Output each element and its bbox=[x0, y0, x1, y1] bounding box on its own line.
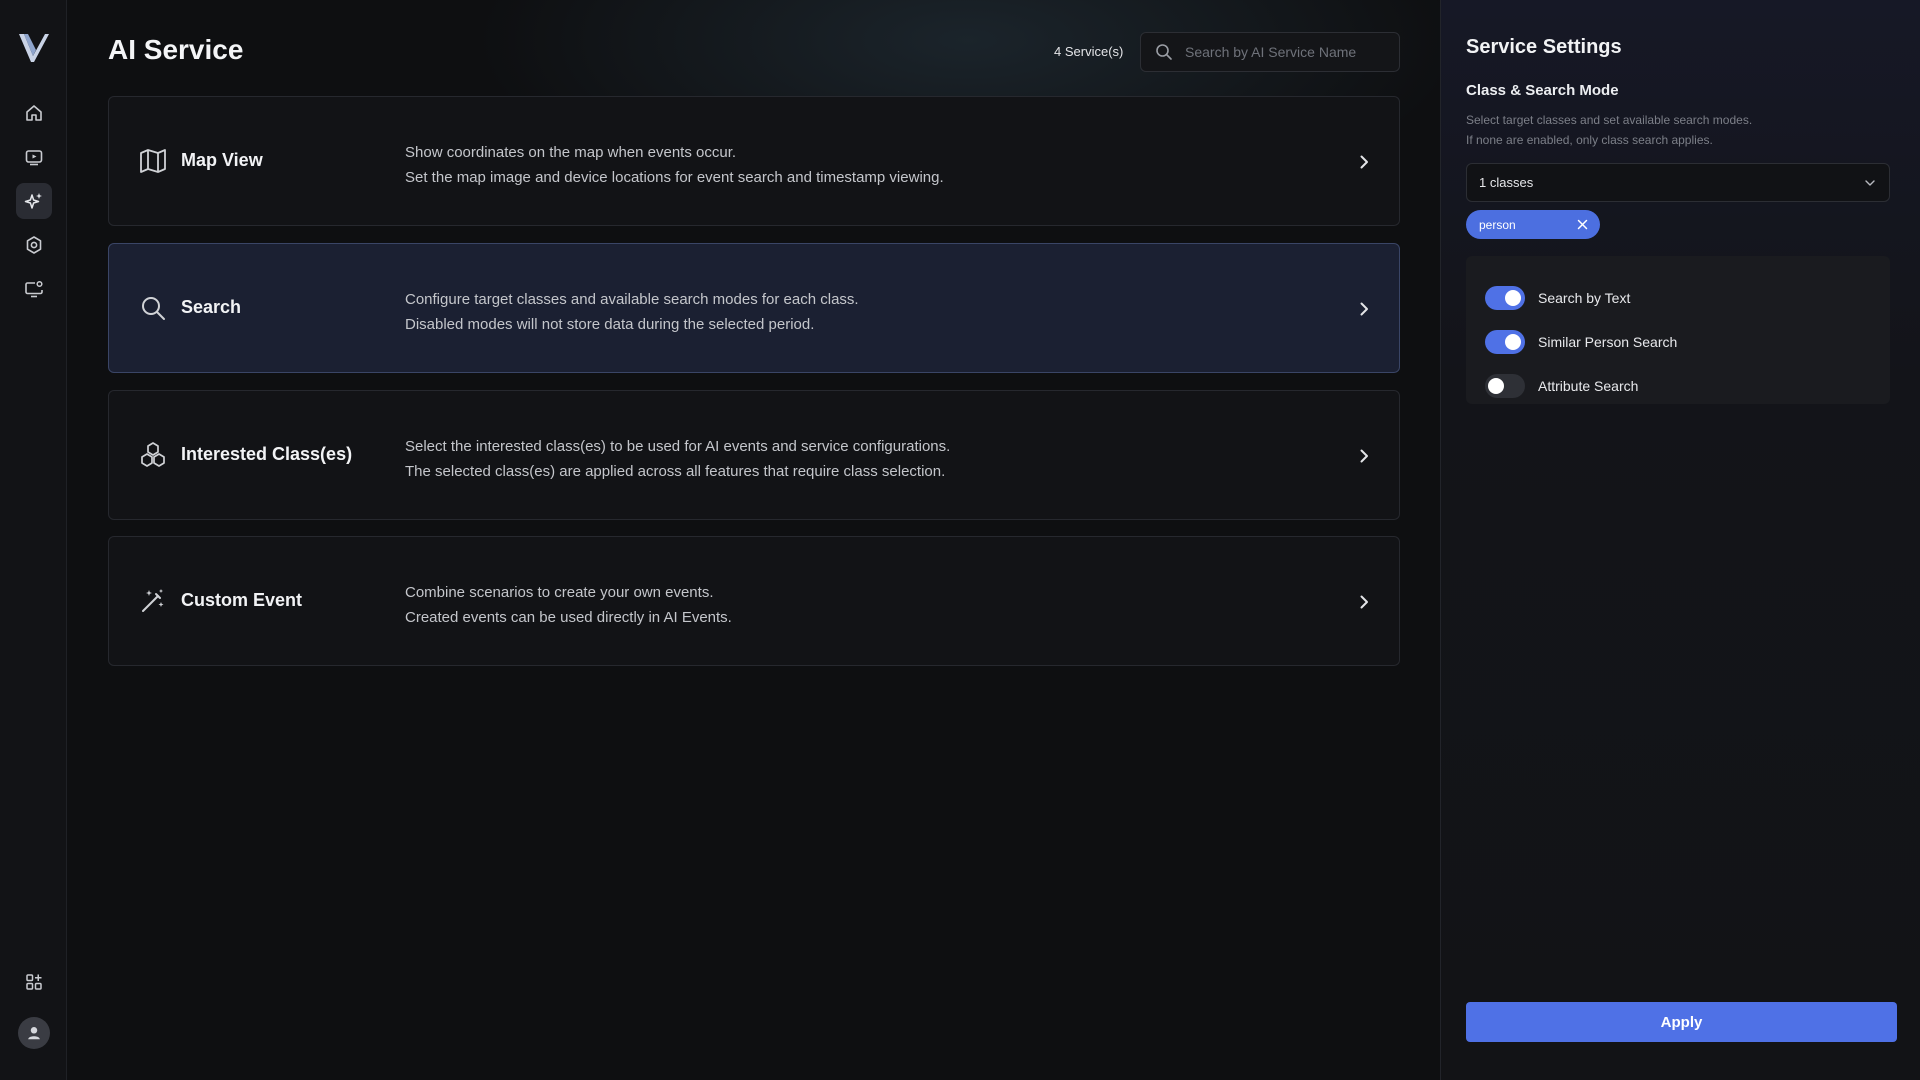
user-avatar-button[interactable] bbox=[18, 1017, 50, 1049]
main-content: AI Service 4 Service(s) Map View Show co… bbox=[68, 0, 1440, 1080]
search-by-text-toggle[interactable] bbox=[1485, 286, 1525, 310]
chevron-right-icon bbox=[1360, 302, 1368, 316]
close-icon[interactable] bbox=[1577, 219, 1588, 230]
service-settings-panel: Service Settings Class & Search Mode Sel… bbox=[1440, 0, 1920, 1080]
toggle-knob bbox=[1505, 290, 1521, 306]
settings-icon bbox=[26, 236, 42, 254]
class-select-dropdown[interactable]: 1 classes bbox=[1466, 163, 1890, 202]
panel-title: Service Settings bbox=[1466, 36, 1622, 58]
description-line: Configure target classes and available s… bbox=[405, 291, 859, 308]
description-line: Created events can be used directly in A… bbox=[405, 609, 732, 626]
description-line: Set the map image and device locations f… bbox=[405, 169, 944, 186]
search-mode-list: Search by Text Similar Person Search Att… bbox=[1466, 256, 1890, 404]
description-line: The selected class(es) are applied acros… bbox=[405, 463, 946, 480]
description-line: Disabled modes will not store data durin… bbox=[405, 316, 815, 333]
description-line: Combine scenarios to create your own eve… bbox=[405, 584, 714, 601]
service-title: Custom Event bbox=[181, 590, 303, 610]
search-icon bbox=[1156, 44, 1172, 60]
mode-row-attribute-search: Attribute Search bbox=[1485, 374, 1638, 398]
similar-person-search-toggle[interactable] bbox=[1485, 330, 1525, 354]
chevron-right-icon bbox=[1360, 449, 1368, 463]
toggle-knob bbox=[1505, 334, 1521, 350]
cubes-icon bbox=[141, 442, 165, 467]
service-search-input[interactable] bbox=[1185, 44, 1385, 60]
hint-line: Select target classes and set available … bbox=[1466, 113, 1753, 127]
apply-button[interactable]: Apply bbox=[1466, 1002, 1897, 1042]
service-description: Configure target classes and available s… bbox=[405, 287, 859, 337]
nav-settings-button[interactable] bbox=[16, 227, 52, 263]
v-logo-icon[interactable] bbox=[16, 30, 52, 66]
hint-line: If none are enabled, only class search a… bbox=[1466, 133, 1713, 147]
map-icon bbox=[140, 149, 166, 173]
search-icon bbox=[142, 297, 165, 320]
dropdown-value: 1 classes bbox=[1479, 175, 1534, 190]
service-title: Interested Class(es) bbox=[181, 444, 353, 464]
nav-apps-button[interactable] bbox=[16, 964, 52, 1000]
mode-label: Similar Person Search bbox=[1538, 334, 1678, 350]
page-title: AI Service bbox=[108, 34, 244, 65]
toggle-knob bbox=[1488, 378, 1504, 394]
chevron-right-icon bbox=[1360, 155, 1368, 169]
panel-hint: Select target classes and set available … bbox=[1466, 110, 1752, 150]
service-title: Search bbox=[181, 297, 242, 317]
service-search-box[interactable] bbox=[1140, 32, 1400, 72]
panel-subtitle: Class & Search Mode bbox=[1466, 82, 1619, 99]
chevron-down-icon bbox=[1865, 180, 1875, 186]
chevron-right-icon bbox=[1360, 595, 1368, 609]
nav-monitor-settings-button[interactable] bbox=[16, 271, 52, 307]
service-card-custom-event[interactable]: Custom Event Combine scenarios to create… bbox=[108, 536, 1400, 666]
service-card-interested-classes[interactable]: Interested Class(es) Select the interest… bbox=[108, 390, 1400, 520]
user-avatar-icon bbox=[28, 1027, 40, 1040]
service-card-search[interactable]: Search Configure target classes and avai… bbox=[108, 243, 1400, 373]
ai-sparkle-icon bbox=[24, 193, 42, 209]
service-title: Map View bbox=[181, 150, 263, 170]
left-nav-rail bbox=[0, 0, 67, 1080]
mode-label: Search by Text bbox=[1538, 290, 1631, 306]
service-count: 4 Service(s) bbox=[1054, 44, 1124, 59]
chip-label: person bbox=[1479, 217, 1516, 232]
description-line: Select the interested class(es) to be us… bbox=[405, 438, 951, 455]
class-chip-person: person bbox=[1466, 210, 1600, 239]
magic-wand-icon bbox=[142, 589, 164, 612]
monitor-settings-icon bbox=[25, 280, 43, 298]
service-description: Combine scenarios to create your own eve… bbox=[405, 580, 732, 630]
attribute-search-toggle[interactable] bbox=[1485, 374, 1525, 398]
apps-add-icon bbox=[26, 974, 42, 990]
mode-row-similar-person-search: Similar Person Search bbox=[1485, 330, 1677, 354]
playback-icon bbox=[25, 150, 43, 166]
nav-ai-service-button[interactable] bbox=[16, 183, 52, 219]
service-description: Select the interested class(es) to be us… bbox=[405, 434, 950, 484]
description-line: Show coordinates on the map when events … bbox=[405, 144, 737, 161]
nav-playback-button[interactable] bbox=[16, 139, 52, 175]
mode-row-search-by-text: Search by Text bbox=[1485, 286, 1630, 310]
service-description: Show coordinates on the map when events … bbox=[405, 140, 944, 190]
service-card-map-view[interactable]: Map View Show coordinates on the map whe… bbox=[108, 96, 1400, 226]
mode-label: Attribute Search bbox=[1538, 378, 1639, 394]
nav-home-button[interactable] bbox=[16, 95, 52, 131]
home-icon bbox=[26, 105, 42, 121]
